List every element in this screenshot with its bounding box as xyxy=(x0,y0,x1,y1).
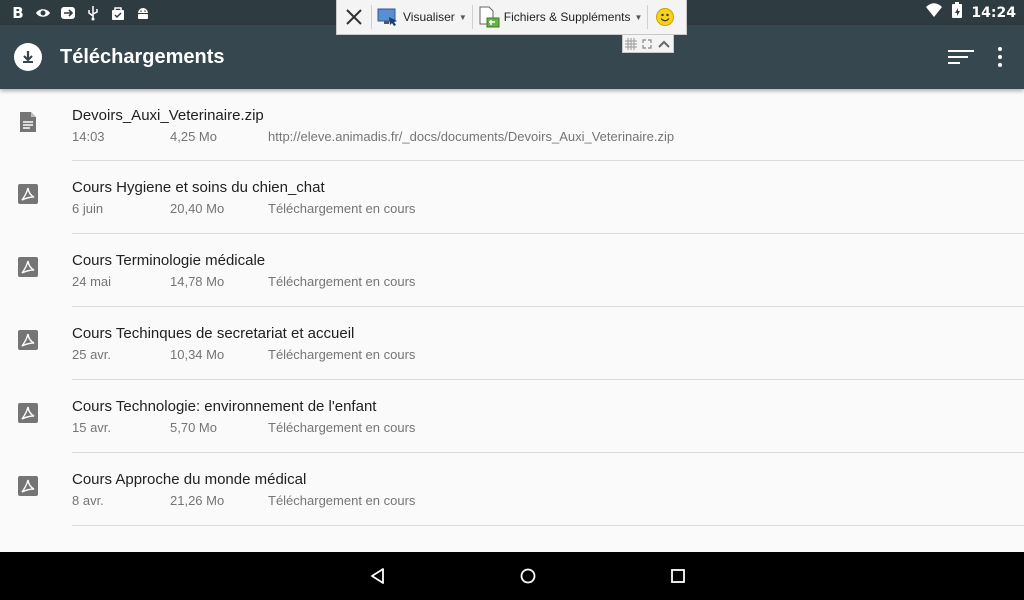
clock: 14:24 xyxy=(971,4,1016,21)
close-icon xyxy=(346,9,362,25)
eye-icon xyxy=(35,5,51,21)
more-options-button[interactable] xyxy=(990,43,1010,71)
list-item[interactable]: Cours Technologie: environnement de l'en… xyxy=(0,380,1024,453)
view-menu-button[interactable]: Visualiser ▼ xyxy=(372,0,472,34)
status-bar-notifications: B xyxy=(10,0,151,25)
document-icon xyxy=(20,112,36,132)
file-size: 4,25 Mo xyxy=(170,129,217,144)
navigation-bar xyxy=(0,552,1024,600)
floating-toolbar: Visualiser ▼ Fichiers & Suppléments ▼ xyxy=(336,0,687,35)
pdf-icon xyxy=(18,330,38,350)
downloads-list: Devoirs_Auxi_Veterinaire.zip 14:03 4,25 … xyxy=(0,89,1024,552)
list-item[interactable]: Cours Approche du monde médical 8 avr. 2… xyxy=(0,453,1024,526)
sort-icon-line xyxy=(948,56,968,58)
smiley-icon[interactable] xyxy=(656,8,675,26)
pdf-icon xyxy=(18,476,38,496)
caret-down-icon: ▼ xyxy=(634,12,643,22)
file-date: 8 avr. xyxy=(72,493,104,508)
grid-icon[interactable] xyxy=(625,37,638,50)
files-menu-button[interactable]: Fichiers & Suppléments ▼ xyxy=(473,0,648,34)
sort-button[interactable] xyxy=(948,45,976,69)
file-size: 21,26 Mo xyxy=(170,493,225,508)
android-icon xyxy=(135,5,151,21)
file-size: 5,70 Mo xyxy=(170,420,217,435)
recents-button[interactable] xyxy=(666,564,690,588)
back-button[interactable] xyxy=(366,564,390,588)
file-status: Téléchargement en cours xyxy=(268,274,416,289)
view-menu-label: Visualiser xyxy=(403,10,455,24)
router-icon xyxy=(60,5,76,21)
more-vert-dot xyxy=(998,63,1002,67)
wifi-icon xyxy=(925,2,943,23)
file-name: Cours Terminologie médicale xyxy=(72,252,266,269)
recents-icon xyxy=(671,569,685,583)
battery-icon xyxy=(951,2,963,23)
file-size: 20,40 Mo xyxy=(170,201,225,216)
b-icon: B xyxy=(12,3,24,22)
file-status: http://eleve.animadis.fr/_docs/documents… xyxy=(268,129,675,144)
page-title: Téléchargements xyxy=(60,46,225,68)
expand-icon[interactable] xyxy=(642,38,652,49)
file-date: 24 mai xyxy=(72,274,112,289)
file-name: Cours Hygiene et soins du chien_chat xyxy=(72,179,325,196)
list-item[interactable]: Cours Hygiene et soins du chien_chat 6 j… xyxy=(0,161,1024,234)
sort-icon xyxy=(948,50,974,52)
file-name: Cours Approche du monde médical xyxy=(72,471,307,488)
pdf-icon xyxy=(18,403,38,423)
file-status: Téléchargement en cours xyxy=(268,493,416,508)
usb-icon xyxy=(85,5,101,21)
monitor-icon xyxy=(377,8,397,26)
file-date: 15 avr. xyxy=(72,420,112,435)
file-status: Téléchargement en cours xyxy=(268,420,416,435)
list-item[interactable]: Devoirs_Auxi_Veterinaire.zip 14:03 4,25 … xyxy=(0,89,1024,161)
file-date: 25 avr. xyxy=(72,347,112,362)
file-size: 14,78 Mo xyxy=(170,274,225,289)
bag-icon xyxy=(110,5,126,21)
file-status: Téléchargement en cours xyxy=(268,201,416,216)
divider xyxy=(72,525,1024,526)
pdf-icon xyxy=(18,184,38,204)
file-date: 14:03 xyxy=(72,129,105,144)
chevron-up-icon[interactable] xyxy=(657,39,671,49)
back-icon xyxy=(371,568,384,584)
download-icon xyxy=(14,43,42,71)
file-plugin-icon xyxy=(479,6,500,28)
files-menu-label: Fichiers & Suppléments xyxy=(503,10,631,24)
file-size: 10,34 Mo xyxy=(170,347,225,362)
more-vert-icon xyxy=(998,47,1002,51)
pdf-icon xyxy=(18,257,38,277)
list-item[interactable]: Cours Techinques de secretariat et accue… xyxy=(0,307,1024,380)
more-vert-dot xyxy=(998,55,1002,59)
caret-down-icon: ▼ xyxy=(458,12,467,22)
file-status: Téléchargement en cours xyxy=(268,347,416,362)
file-name: Cours Technologie: environnement de l'en… xyxy=(72,398,377,415)
toolbar-separator xyxy=(647,5,649,29)
sort-icon-line xyxy=(948,62,960,64)
status-bar-system: 14:24 xyxy=(925,0,1016,25)
home-button[interactable] xyxy=(516,564,540,588)
file-name: Devoirs_Auxi_Veterinaire.zip xyxy=(72,107,264,124)
close-toolbar-button[interactable] xyxy=(337,0,371,34)
home-icon xyxy=(520,568,536,584)
toolbar-mini-controls xyxy=(622,35,674,53)
list-item[interactable]: Cours Terminologie médicale 24 mai 14,78… xyxy=(0,234,1024,307)
file-name: Cours Techinques de secretariat et accue… xyxy=(72,325,355,342)
file-date: 6 juin xyxy=(72,201,104,216)
